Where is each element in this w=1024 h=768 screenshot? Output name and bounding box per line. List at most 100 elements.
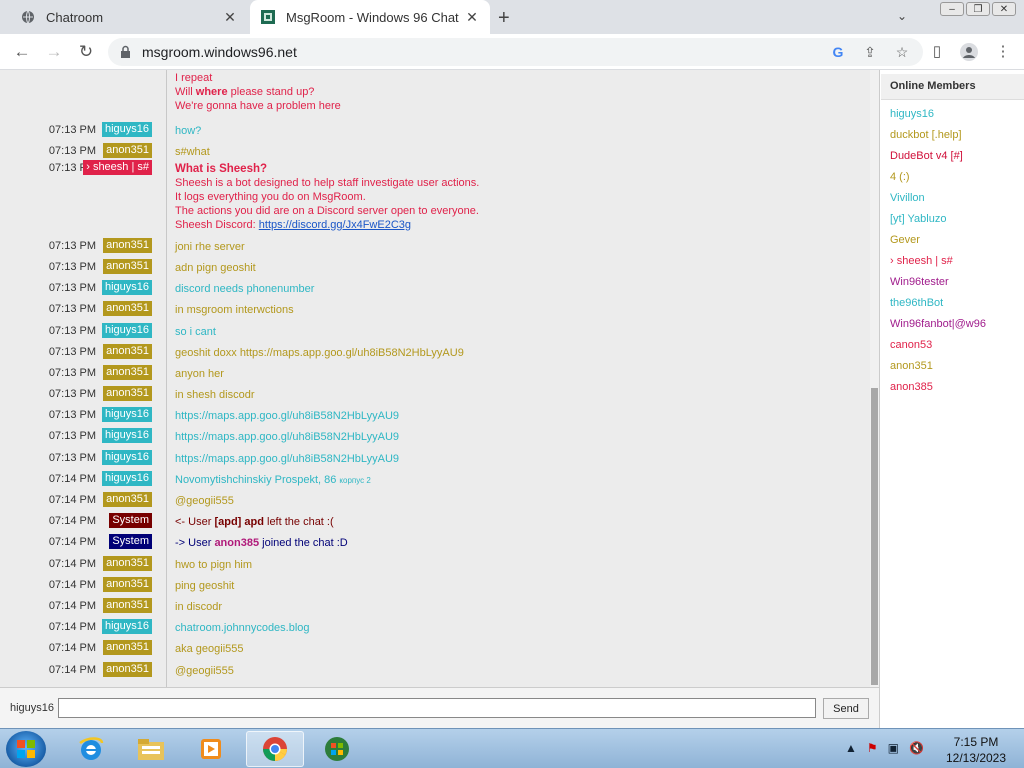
msgroom-page: I repeat Will where please stand up? We'… [0,70,1024,728]
member-item[interactable]: Win96fanbot|@w96 [890,318,986,330]
member-item[interactable]: the96thBot [890,297,943,309]
bookmark-star-icon[interactable]: ☆ [891,44,913,61]
username-badge[interactable]: higuys16 [101,471,152,486]
member-item[interactable]: DudeBot v4 [#] [890,150,963,162]
message-timestamp: 07:13 PM [48,430,96,442]
new-tab-icon[interactable]: + [498,7,510,30]
message-line: in shesh discodr [175,389,255,401]
username-badge[interactable]: higuys16 [101,407,152,422]
username-badge[interactable]: System [109,513,152,528]
member-item[interactable]: canon53 [890,339,932,351]
username-badge[interactable]: higuys16 [101,428,152,443]
close-icon[interactable]: ✕ [222,9,238,26]
message-line: I repeat [175,72,213,84]
username-badge[interactable]: anon351 [103,577,152,592]
message-timestamp: 07:14 PM [48,473,96,485]
discord-link[interactable]: https://discord.gg/Jx4FwE2C3g [259,219,411,231]
message-body: adn pign geoshit [175,261,256,275]
username-badge[interactable]: anon351 [103,556,152,571]
share-icon[interactable]: ⇪ [859,44,881,61]
message-timestamp: 07:13 PM [48,452,96,464]
message-continuation: I repeat Will where please stand up? We'… [175,71,341,113]
username-badge[interactable]: anon351 [103,386,152,401]
message-timestamp: 07:13 PM [48,261,96,273]
flag-icon[interactable]: ⚑ [867,741,878,755]
profile-avatar-icon[interactable] [958,42,980,62]
msgroom-favicon-icon [260,9,276,25]
windows-96-icon[interactable] [308,731,366,767]
username-badge[interactable]: higuys16 [101,280,152,295]
username-badge[interactable]: anon351 [103,640,152,655]
taskbar: ▲ ⚑ ▣ 🔇 7:15 PM 12/13/2023 [0,728,1024,768]
internet-explorer-icon[interactable] [62,731,120,767]
message-line: @geogii555 [175,665,234,677]
close-icon[interactable]: ✕ [464,9,480,26]
volume-muted-icon[interactable]: 🔇 [909,741,924,755]
member-item[interactable]: higuys16 [890,108,934,120]
chrome-icon[interactable] [246,731,304,767]
message-input[interactable] [58,698,816,718]
username-badge[interactable]: higuys16 [101,450,152,465]
username-badge[interactable]: anon351 [103,143,152,158]
message-body: aka geogii555 [175,642,244,656]
member-item[interactable]: Win96tester [890,276,949,288]
member-item[interactable]: 4 (:) [890,171,910,183]
minimize-button[interactable]: – [940,2,964,16]
address-bar[interactable]: msgroom.windows96.net G ⇪ ☆ [108,38,923,66]
google-icon[interactable]: G [827,44,849,60]
show-hidden-icons-icon[interactable]: ▲ [845,741,857,755]
message-body: in discodr [175,600,222,614]
message-body: Novomytishchinskiy Prospekt, 86 корпус 2 [175,473,371,488]
member-item[interactable]: › sheesh | s# [890,255,953,267]
chevron-down-icon[interactable]: ⌄ [897,9,907,23]
member-item[interactable]: Gever [890,234,920,246]
file-explorer-icon[interactable] [122,731,180,767]
small-suffix: корпус 2 [339,476,371,485]
username-badge[interactable]: anon351 [103,492,152,507]
username-badge[interactable]: higuys16 [101,323,152,338]
tab-msgroom[interactable]: MsgRoom - Windows 96 Chat ✕ [250,0,490,34]
member-item[interactable]: Vivillon [890,192,925,204]
back-arrow-icon[interactable]: ← [12,42,32,62]
current-nick[interactable]: higuys16 [10,702,54,714]
chat-log[interactable]: I repeat Will where please stand up? We'… [0,70,870,687]
username-badge[interactable]: › sheesh | s# [83,160,152,175]
username-badge[interactable]: anon351 [103,238,152,253]
close-window-button[interactable]: ✕ [992,2,1016,16]
forward-arrow-icon[interactable]: → [44,42,64,62]
tab-chatroom[interactable]: Chatroom ✕ [10,0,248,34]
username-badge[interactable]: anon351 [103,662,152,677]
chat-scrollbar[interactable] [870,70,879,687]
side-panel-icon[interactable]: ▯ [926,42,948,62]
username-badge[interactable]: anon351 [103,365,152,380]
username-badge[interactable]: anon351 [103,598,152,613]
message-line: Will where please stand up? [175,86,315,98]
member-item[interactable]: [yt] Yabluzo [890,213,946,225]
member-item[interactable]: anon351 [890,360,933,372]
message-timestamp: 07:13 PM [48,124,96,136]
member-item[interactable]: anon385 [890,381,933,393]
username-badge[interactable]: anon351 [103,259,152,274]
reload-icon[interactable]: ↻ [76,42,96,62]
message-body: <- User [apd] apd left the chat :( [175,515,334,529]
start-button[interactable] [6,731,46,767]
scroll-thumb[interactable] [871,388,878,685]
media-player-icon[interactable] [182,731,240,767]
message-body: so i cant [175,325,216,339]
message-line: https://maps.app.goo.gl/uh8iB58N2HbLyyAU… [175,453,400,465]
member-item[interactable]: duckbot [.help] [890,129,962,141]
menu-dots-icon[interactable]: ⋮ [992,42,1014,62]
restore-button[interactable]: ❐ [966,2,990,16]
message-timestamp: 07:13 PM [48,145,96,157]
message-line: Sheesh is a bot designed to help staff i… [175,177,480,189]
network-icon[interactable]: ▣ [888,741,899,755]
send-button[interactable]: Send [823,698,869,719]
message-timestamp: 07:13 PM [48,303,96,315]
username-badge[interactable]: anon351 [103,344,152,359]
message-body: https://maps.app.goo.gl/uh8iB58N2HbLyyAU… [175,409,399,423]
username-badge[interactable]: higuys16 [101,122,152,137]
username-badge[interactable]: System [109,534,152,549]
username-badge[interactable]: anon351 [103,301,152,316]
username-badge[interactable]: higuys16 [101,619,152,634]
taskbar-clock[interactable]: 7:15 PM 12/13/2023 [936,734,1016,766]
